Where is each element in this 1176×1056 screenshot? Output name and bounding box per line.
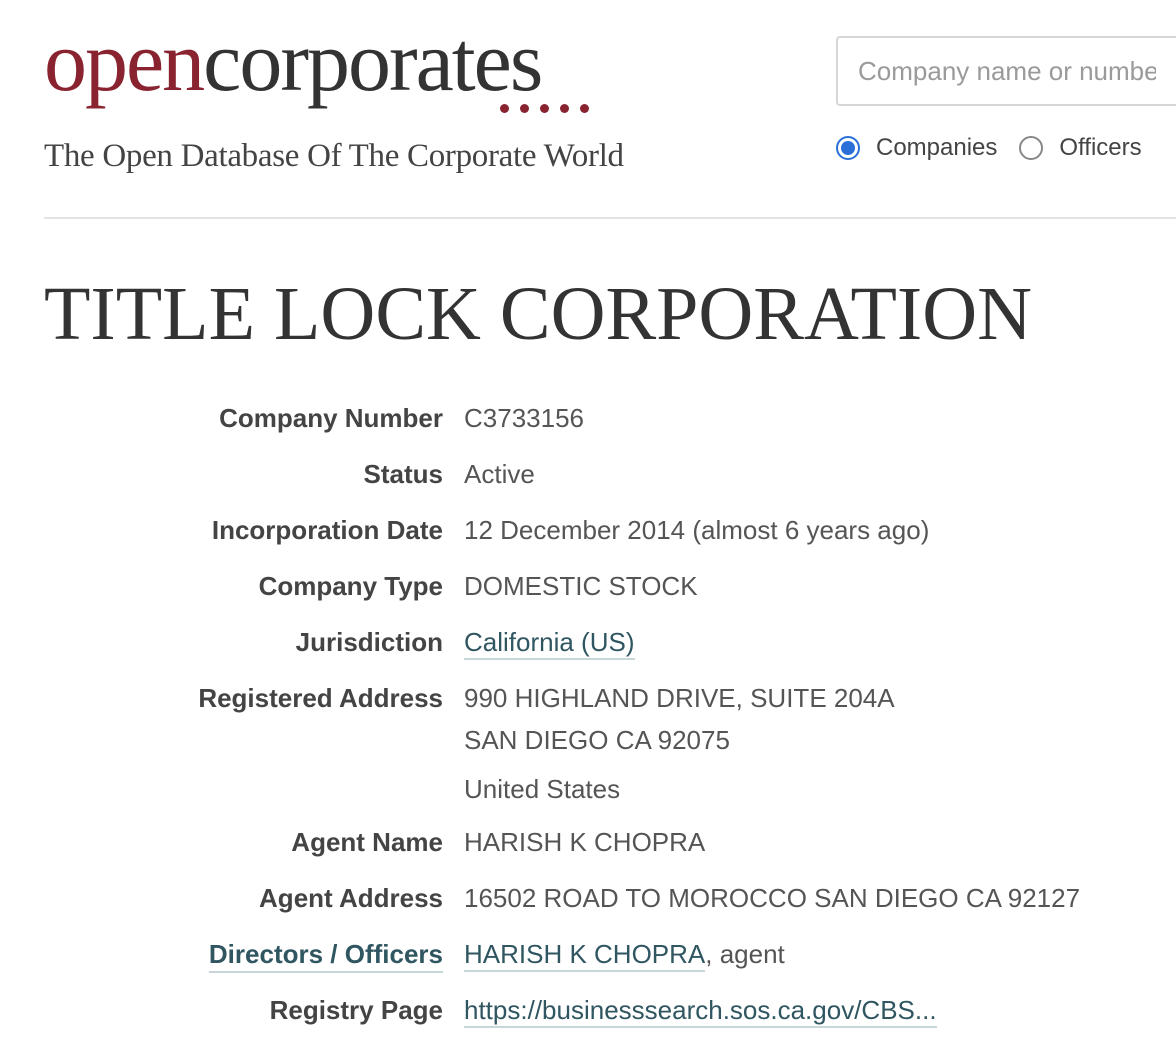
opencorporates-logo[interactable]: opencorporates <box>44 18 543 104</box>
search-type-radio-group: Companies Officers <box>836 134 1164 162</box>
jurisdiction-link[interactable]: California (US) <box>464 627 635 660</box>
jurisdiction-value: California (US) <box>464 627 635 660</box>
director-name-link[interactable]: HARISH K CHOPRA <box>464 939 706 972</box>
registered-address-value: 990 HIGHLAND DRIVE, SUITE 204A SAN DIEGO… <box>464 683 895 805</box>
registered-address-line2: SAN DIEGO CA 92075 <box>464 725 730 755</box>
tagline: The Open Database Of The Corporate World <box>44 138 624 174</box>
jurisdiction-label: Jurisdiction <box>295 627 443 657</box>
agent-name-label: Agent Name <box>291 827 443 857</box>
logo-corporates-text: corporates <box>203 13 543 109</box>
directors-officers-link[interactable]: Directors / Officers <box>208 939 443 973</box>
registered-address-country: United States <box>464 774 621 804</box>
officers-radio[interactable] <box>1019 136 1044 160</box>
header-divider <box>44 217 1176 219</box>
companies-radio-label[interactable]: Companies <box>876 134 997 162</box>
directors-officers-value: HARISH K CHOPRA, agent <box>464 939 785 972</box>
status-label: Status <box>363 459 443 489</box>
registered-address-line1: 990 HIGHLAND DRIVE, SUITE 204A <box>464 683 895 713</box>
agent-name-value: HARISH K CHOPRA <box>464 827 706 857</box>
agent-address-value: 16502 ROAD TO MOROCCO SAN DIEGO CA 92127 <box>464 883 1081 913</box>
agent-address-label: Agent Address <box>259 883 443 913</box>
company-type-label: Company Type <box>258 571 443 601</box>
companies-radio[interactable] <box>836 136 860 160</box>
registry-page-link[interactable]: https://businesssearch.sos.ca.gov/CBS... <box>464 995 937 1028</box>
company-type-value: DOMESTIC STOCK <box>464 571 698 601</box>
incorporation-date-label: Incorporation Date <box>211 515 443 545</box>
registered-address-label: Registered Address <box>198 683 443 713</box>
officers-radio-label[interactable]: Officers <box>1059 134 1141 162</box>
registry-page-value: https://businesssearch.sos.ca.gov/CBS... <box>464 995 937 1028</box>
logo-open-text: open <box>44 13 205 109</box>
logo-dots-icon <box>500 104 589 113</box>
search-input[interactable] <box>836 36 1176 106</box>
registry-page-label: Registry Page <box>269 995 443 1025</box>
company-number-value: C3733156 <box>464 403 584 433</box>
status-value: Active <box>464 459 535 489</box>
director-role: , agent <box>705 939 785 969</box>
page: opencorporates The Open Database Of The … <box>0 0 1176 1056</box>
company-title: TITLE LOCK CORPORATION <box>44 272 1032 356</box>
company-number-label: Company Number <box>219 403 443 433</box>
incorporation-date-value: 12 December 2014 (almost 6 years ago) <box>464 515 930 545</box>
